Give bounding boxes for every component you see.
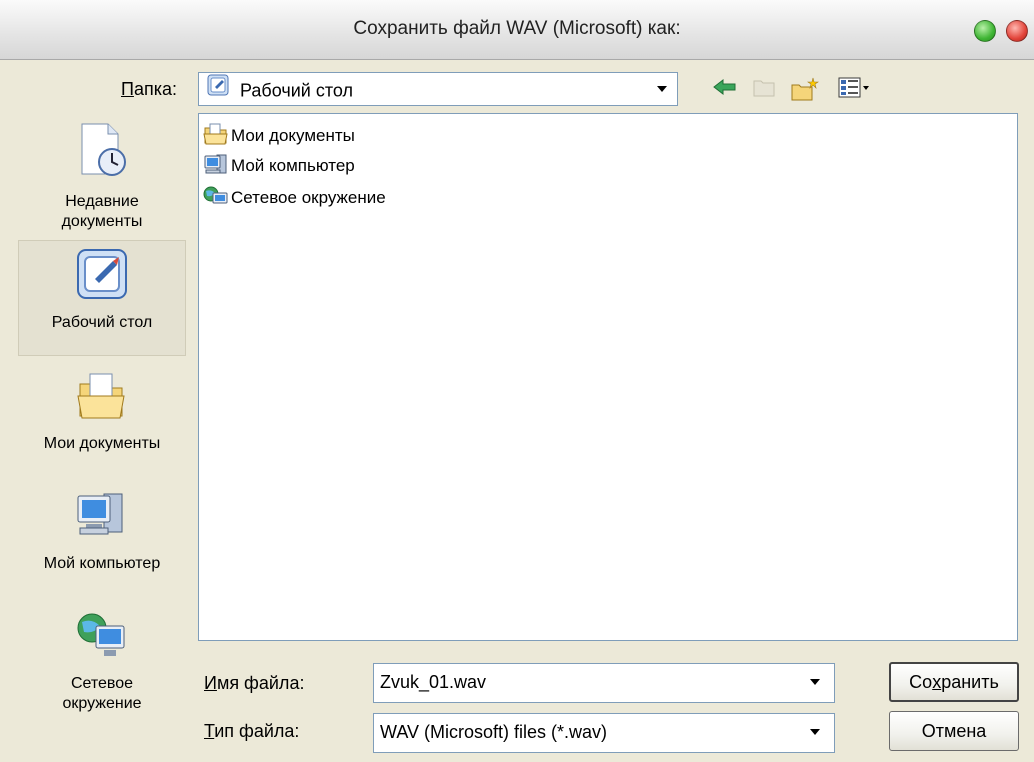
place-network[interactable]: Сетевое окружение [18, 606, 186, 726]
cancel-button[interactable]: Отмена [889, 711, 1019, 751]
filetype-select[interactable]: WAV (Microsoft) files (*.wav) [373, 713, 835, 753]
file-name: Мои документы [231, 126, 355, 145]
my-documents-icon [18, 368, 186, 428]
file-list[interactable]: Мои документы Мой компьютер Сетевое окру… [198, 113, 1018, 641]
desktop-icon [207, 74, 229, 106]
desktop-icon [19, 247, 185, 307]
close-button[interactable] [1006, 20, 1028, 42]
title-bar[interactable]: Сохранить файл WAV (Microsoft) как: [0, 0, 1034, 60]
save-dialog: Сохранить файл WAV (Microsoft) как: Папк… [0, 0, 1034, 762]
filetype-value: WAV (Microsoft) files (*.wav) [380, 722, 608, 742]
save-button[interactable]: Со х ранить [889, 662, 1019, 702]
window-title: Сохранить файл WAV (Microsoft) как: [353, 18, 681, 39]
my-computer-icon [203, 152, 229, 181]
filename-label: Имя файла: [204, 673, 305, 693]
place-label: окружение [62, 695, 142, 712]
my-computer-icon [18, 486, 186, 548]
place-my-computer[interactable]: Мой компьютер [18, 486, 186, 586]
network-icon [203, 184, 229, 213]
place-recent-documents[interactable]: Недавние документы [18, 120, 186, 236]
place-label: Сетевое [70, 675, 134, 692]
file-name: Мой компьютер [231, 156, 355, 175]
chevron-down-icon[interactable] [650, 76, 674, 102]
up-folder-icon [752, 76, 776, 103]
file-name: Сетевое окружение [231, 188, 386, 207]
place-my-documents[interactable]: Мои документы [18, 368, 186, 468]
places-bar: Недавние документы Рабочий стол Мои доку… [18, 112, 186, 752]
filename-field[interactable] [373, 663, 835, 703]
folder-current: Рабочий стол [240, 80, 354, 101]
place-desktop[interactable]: Рабочий стол [18, 240, 186, 356]
new-folder-icon[interactable] [790, 76, 820, 107]
list-item[interactable]: Сетевое окружение [203, 184, 386, 212]
filetype-label: Тип файла: [204, 721, 300, 741]
folder-select[interactable]: Рабочий стол [198, 72, 678, 106]
place-label: Мой компьютер [43, 555, 161, 572]
filename-input[interactable] [380, 664, 780, 700]
place-label: Мои документы [43, 435, 161, 452]
place-label: Рабочий стол [51, 314, 153, 331]
place-label: Недавние [65, 193, 139, 210]
place-label: документы [61, 213, 143, 230]
chevron-down-icon[interactable] [804, 670, 826, 694]
recent-documents-icon [18, 120, 186, 186]
my-documents-icon [203, 122, 229, 151]
list-item[interactable]: Мои документы [203, 122, 355, 150]
list-item[interactable]: Мой компьютер [203, 152, 355, 180]
network-icon [18, 606, 186, 668]
folder-label: Папка: [121, 79, 177, 99]
zoom-button[interactable] [974, 20, 996, 42]
view-menu-icon[interactable] [838, 76, 872, 105]
back-icon[interactable] [712, 76, 738, 103]
chevron-down-icon[interactable] [804, 720, 826, 744]
